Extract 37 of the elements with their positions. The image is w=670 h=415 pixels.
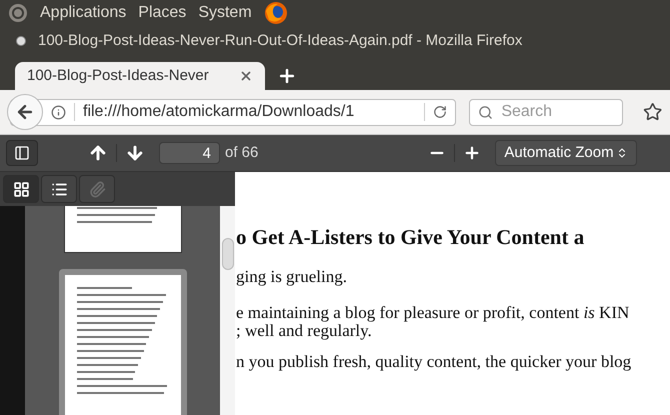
new-tab-icon[interactable] xyxy=(277,66,297,86)
panel-menu[interactable]: System xyxy=(198,0,252,24)
page-number-field[interactable]: 4 xyxy=(159,142,220,164)
thumbnails-icon xyxy=(12,180,30,198)
document-text: ; well and regularly. xyxy=(236,322,372,340)
window-title: 100-Blog-Post-Ideas-Never-Run-Out-Of-Ideas-Again.pdf - Mozilla Firefox xyxy=(38,30,522,51)
window-menu-icon[interactable] xyxy=(16,36,26,46)
sidebar-toggle-button[interactable] xyxy=(6,140,38,166)
close-icon[interactable] xyxy=(239,69,253,83)
panel-menu[interactable]: Applications xyxy=(40,0,126,24)
zoom-select[interactable]: Automatic Zoom xyxy=(495,140,638,166)
thumbnails-view-button[interactable] xyxy=(3,175,39,203)
bookmark-star-icon[interactable] xyxy=(642,102,662,122)
page-thumbnail[interactable] xyxy=(58,269,186,415)
attachments-icon xyxy=(88,180,106,198)
panel-menu[interactable]: Places xyxy=(138,0,186,24)
document-text: ging is grueling. xyxy=(236,268,348,286)
outline-view-button[interactable] xyxy=(41,175,77,203)
browser-tab[interactable]: 100-Blog-Post-Ideas-Never xyxy=(15,62,265,90)
info-icon[interactable] xyxy=(51,104,66,120)
page-count: of 66 xyxy=(225,142,258,163)
outline-icon xyxy=(50,180,68,198)
search-icon xyxy=(478,104,494,120)
document-heading: o Get A-Listers to Give Your Content a xyxy=(236,224,586,251)
reload-icon[interactable] xyxy=(433,105,448,119)
firefox-icon[interactable] xyxy=(264,0,288,24)
document-text: n you publish fresh, quality content, the quicker your blog xyxy=(236,352,632,370)
previous-page-icon[interactable] xyxy=(88,143,108,163)
scrollbar-thumb[interactable] xyxy=(222,238,234,270)
url-text: file:///home/atomickarma/Downloads/1 xyxy=(83,102,356,122)
scrollbar[interactable] xyxy=(220,206,235,415)
zoom-in-icon[interactable] xyxy=(463,144,482,162)
ubuntu-logo-icon[interactable] xyxy=(8,2,28,22)
document-text: e maintaining a blog for pleasure or profit, content is KIN xyxy=(236,304,630,322)
back-button[interactable] xyxy=(7,94,43,130)
sidebar-icon xyxy=(14,145,30,161)
next-page-icon[interactable] xyxy=(125,143,145,163)
